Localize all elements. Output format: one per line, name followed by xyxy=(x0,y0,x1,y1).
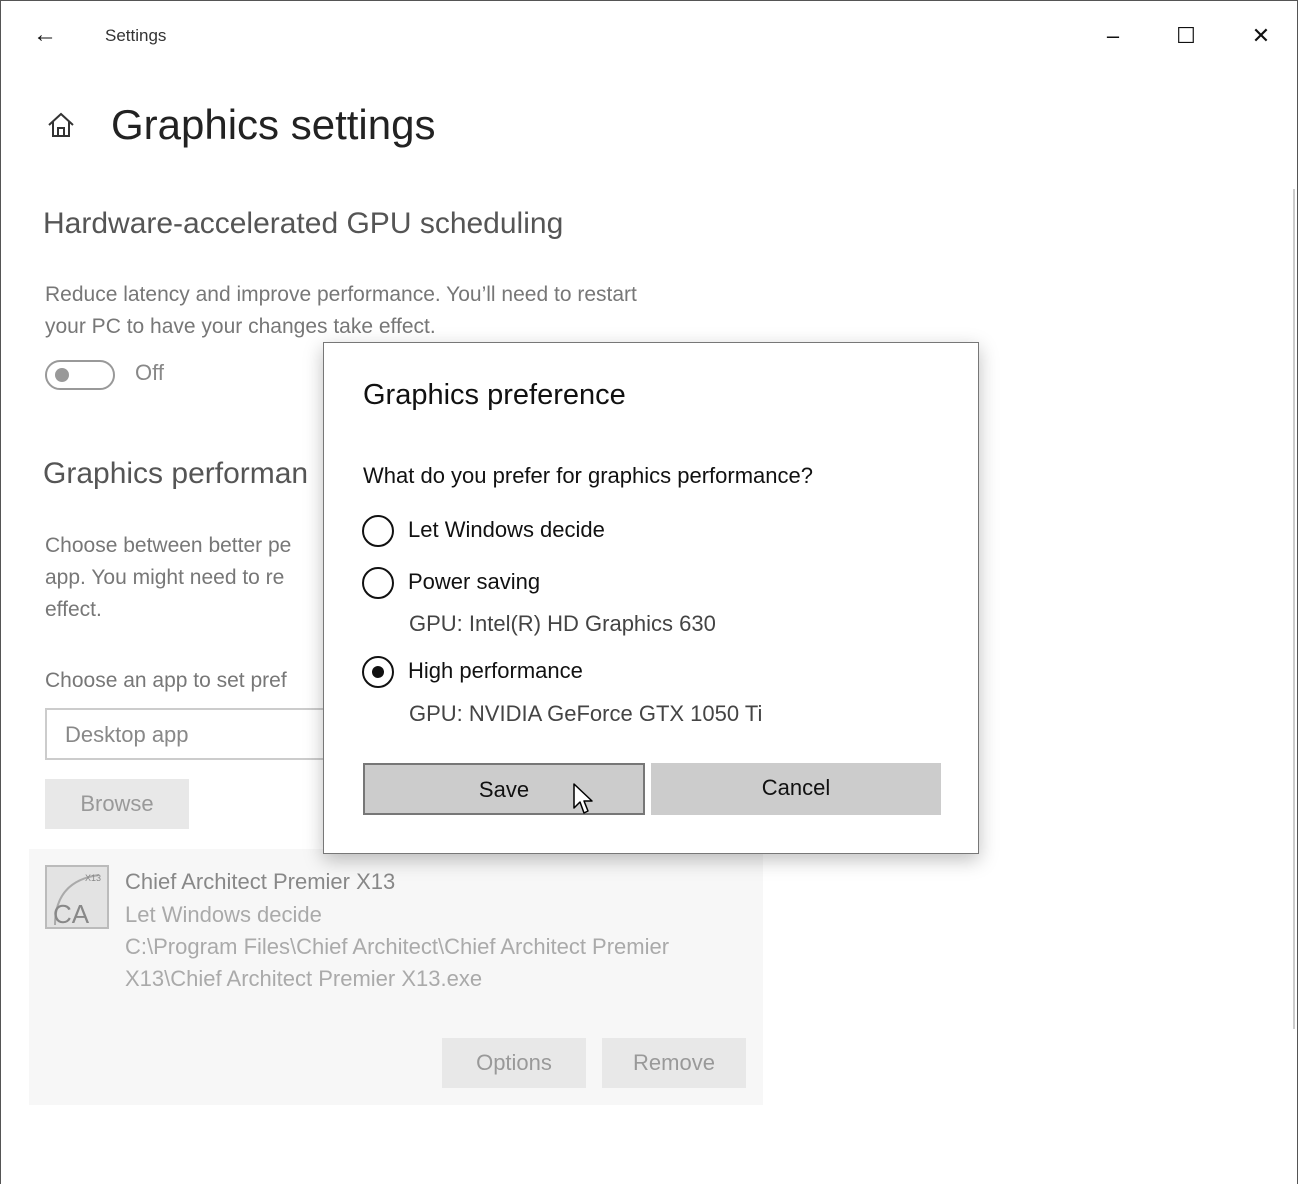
app-list-item[interactable]: X13 CA Chief Architect Premier X13 Let W… xyxy=(29,849,763,1105)
page-title: Graphics settings xyxy=(111,101,436,148)
close-button[interactable]: ✕ xyxy=(1241,19,1281,53)
app-path-line-2: X13\Chief Architect Premier X13.exe xyxy=(125,966,483,991)
toggle-knob xyxy=(55,368,69,382)
radio-button[interactable] xyxy=(362,515,394,547)
browse-button[interactable]: Browse xyxy=(45,779,189,829)
cancel-button[interactable]: Cancel xyxy=(651,763,941,815)
radio-label: Let Windows decide xyxy=(408,517,605,542)
window-title: Settings xyxy=(105,26,167,45)
app-icon-badge: X13 xyxy=(85,873,101,883)
power-saving-gpu: GPU: Intel(R) HD Graphics 630 xyxy=(409,611,716,636)
radio-label: High performance xyxy=(408,658,583,683)
scrollbar[interactable] xyxy=(1293,189,1295,1029)
home-icon[interactable] xyxy=(45,109,77,141)
remove-button[interactable]: Remove xyxy=(602,1038,746,1088)
options-button[interactable]: Options xyxy=(442,1038,586,1088)
dialog-title: Graphics preference xyxy=(363,379,626,411)
high-performance-gpu: GPU: NVIDIA GeForce GTX 1050 Ti xyxy=(409,701,763,726)
gpu-scheduling-toggle[interactable] xyxy=(45,360,115,390)
app-path-line-1: C:\Program Files\Chief Architect\Chief A… xyxy=(125,934,670,959)
gpu-scheduling-desc-line-2: your PC to have your changes take effect… xyxy=(45,315,436,338)
toggle-state-label: Off xyxy=(135,360,164,385)
app-icon-letters: CA xyxy=(53,899,90,927)
graphics-preference-dialog: Graphics preference What do you prefer f… xyxy=(323,342,979,854)
app-preference: Let Windows decide xyxy=(125,902,322,927)
app-name: Chief Architect Premier X13 xyxy=(125,869,396,894)
app-type-dropdown[interactable]: Desktop app xyxy=(45,708,345,760)
chief-architect-app-icon: X13 CA xyxy=(45,865,109,929)
minimize-button[interactable]: – xyxy=(1093,19,1133,53)
gpu-scheduling-desc-line-1: Reduce latency and improve performance. … xyxy=(45,283,637,306)
radio-button[interactable] xyxy=(362,567,394,599)
title-bar: ← Settings – ☐ ✕ xyxy=(1,1,1297,71)
gpu-scheduling-title: Hardware-accelerated GPU scheduling xyxy=(43,207,564,240)
radio-label: Power saving xyxy=(408,569,541,594)
dialog-question: What do you prefer for graphics performa… xyxy=(363,463,814,488)
gpu-scheduling-description: Reduce latency and improve performance. … xyxy=(45,279,745,343)
radio-button-selected[interactable] xyxy=(362,656,394,688)
save-button[interactable]: Save xyxy=(363,763,645,815)
graphics-performance-title: Graphics performan xyxy=(43,457,309,490)
app-type-value: Desktop app xyxy=(65,722,189,747)
maximize-button[interactable]: ☐ xyxy=(1166,19,1206,53)
radio-selected-dot xyxy=(372,666,384,678)
app-logo-graphic: X13 CA xyxy=(53,873,101,929)
back-arrow-icon[interactable]: ← xyxy=(31,21,59,49)
mouse-pointer-icon xyxy=(573,783,593,814)
